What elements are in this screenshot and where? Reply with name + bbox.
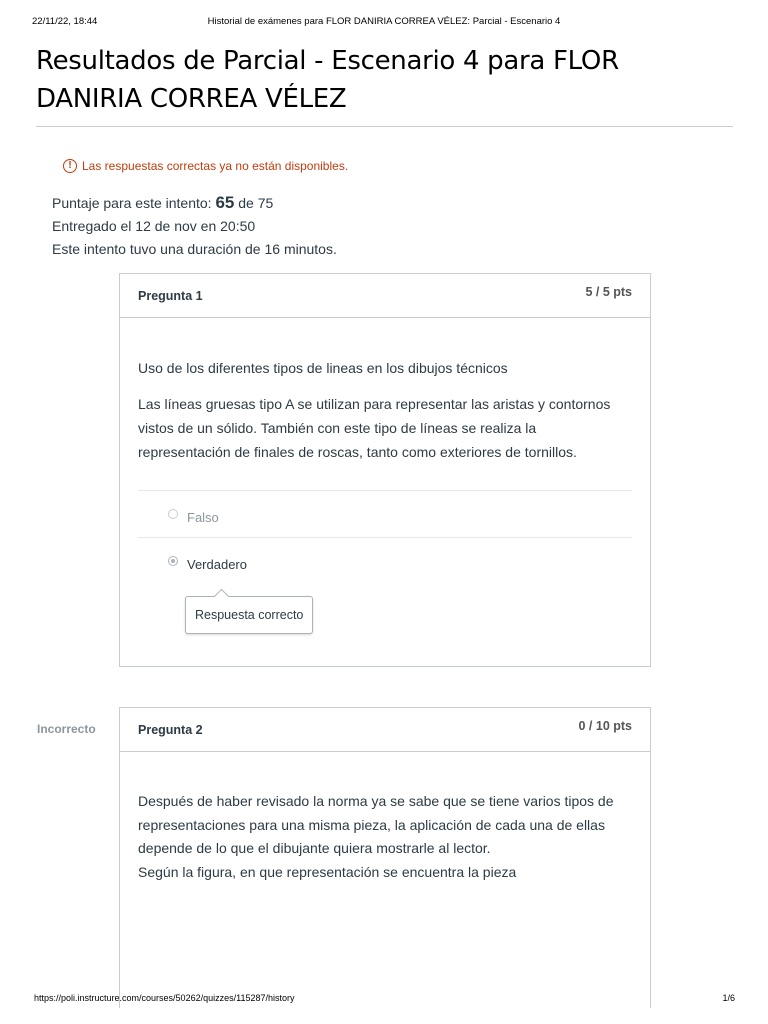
- attempt-duration: Este intento tuvo una duración de 16 min…: [52, 241, 337, 257]
- answer-feedback-callout: Respuesta correcto: [185, 596, 314, 634]
- print-header: 22/11/22, 18:44 Historial de exámenes pa…: [32, 16, 736, 30]
- question-status-badge: Incorrecto: [37, 722, 96, 736]
- question-prompt: Según la figura, en que representación s…: [138, 863, 517, 880]
- question-text: Después de haber revisado la norma ya se…: [138, 793, 614, 856]
- answer-label: Verdadero: [187, 557, 247, 572]
- question-name: Pregunta 1: [138, 289, 203, 303]
- score-value: 65: [215, 193, 235, 212]
- question-body: Uso de los diferentes tipos de lineas en…: [120, 318, 650, 634]
- submitted-date: Entregado el 12 de nov en 20:50: [52, 218, 256, 234]
- page-number: 1/6: [722, 993, 735, 1003]
- question-header: Pregunta 1 5 / 5 pts: [120, 274, 650, 318]
- answer-option-verdadero[interactable]: Verdadero Respuesta correcto: [138, 537, 632, 634]
- answer-option-falso[interactable]: Falso: [138, 490, 632, 537]
- question-body: Después de haber revisado la norma ya se…: [120, 752, 650, 884]
- answer-list: Falso Verdadero Respuesta correcto: [138, 490, 632, 634]
- question-header: Pregunta 2 0 / 10 pts: [120, 708, 650, 752]
- score-line: Puntaje para este intento: 65 de 75: [52, 191, 337, 215]
- answer-label: Falso: [187, 510, 219, 525]
- radio-button-selected[interactable]: [168, 556, 178, 566]
- print-url: https://poli.instructure.com/courses/502…: [34, 993, 295, 1003]
- question-points: 0 / 10 pts: [578, 719, 633, 733]
- page-title: Resultados de Parcial - Escenario 4 para…: [36, 46, 619, 114]
- score-label: Puntaje para este intento:: [52, 195, 212, 211]
- attempt-summary: Puntaje para este intento: 65 de 75 Entr…: [52, 191, 337, 261]
- score-total: de 75: [238, 195, 274, 211]
- question-1: Pregunta 1 5 / 5 pts Uso de los diferent…: [119, 273, 651, 667]
- question-title: Uso de los diferentes tipos de lineas en…: [138, 360, 508, 376]
- correct-answers-warning: ! Las respuestas correctas ya no están d…: [63, 159, 348, 173]
- print-doc-title: Historial de exámenes para FLOR DANIRIA …: [207, 16, 561, 27]
- question-2: Pregunta 2 0 / 10 pts Después de haber r…: [119, 707, 651, 1008]
- title-divider: [36, 126, 733, 127]
- question-name: Pregunta 2: [138, 723, 203, 737]
- question-points: 5 / 5 pts: [585, 285, 632, 299]
- warning-text: Las respuestas correctas ya no están dis…: [82, 159, 349, 173]
- exclamation-icon: !: [63, 159, 77, 173]
- radio-button[interactable]: [168, 509, 178, 519]
- question-text: Las líneas gruesas tipo A se utilizan pa…: [138, 396, 611, 460]
